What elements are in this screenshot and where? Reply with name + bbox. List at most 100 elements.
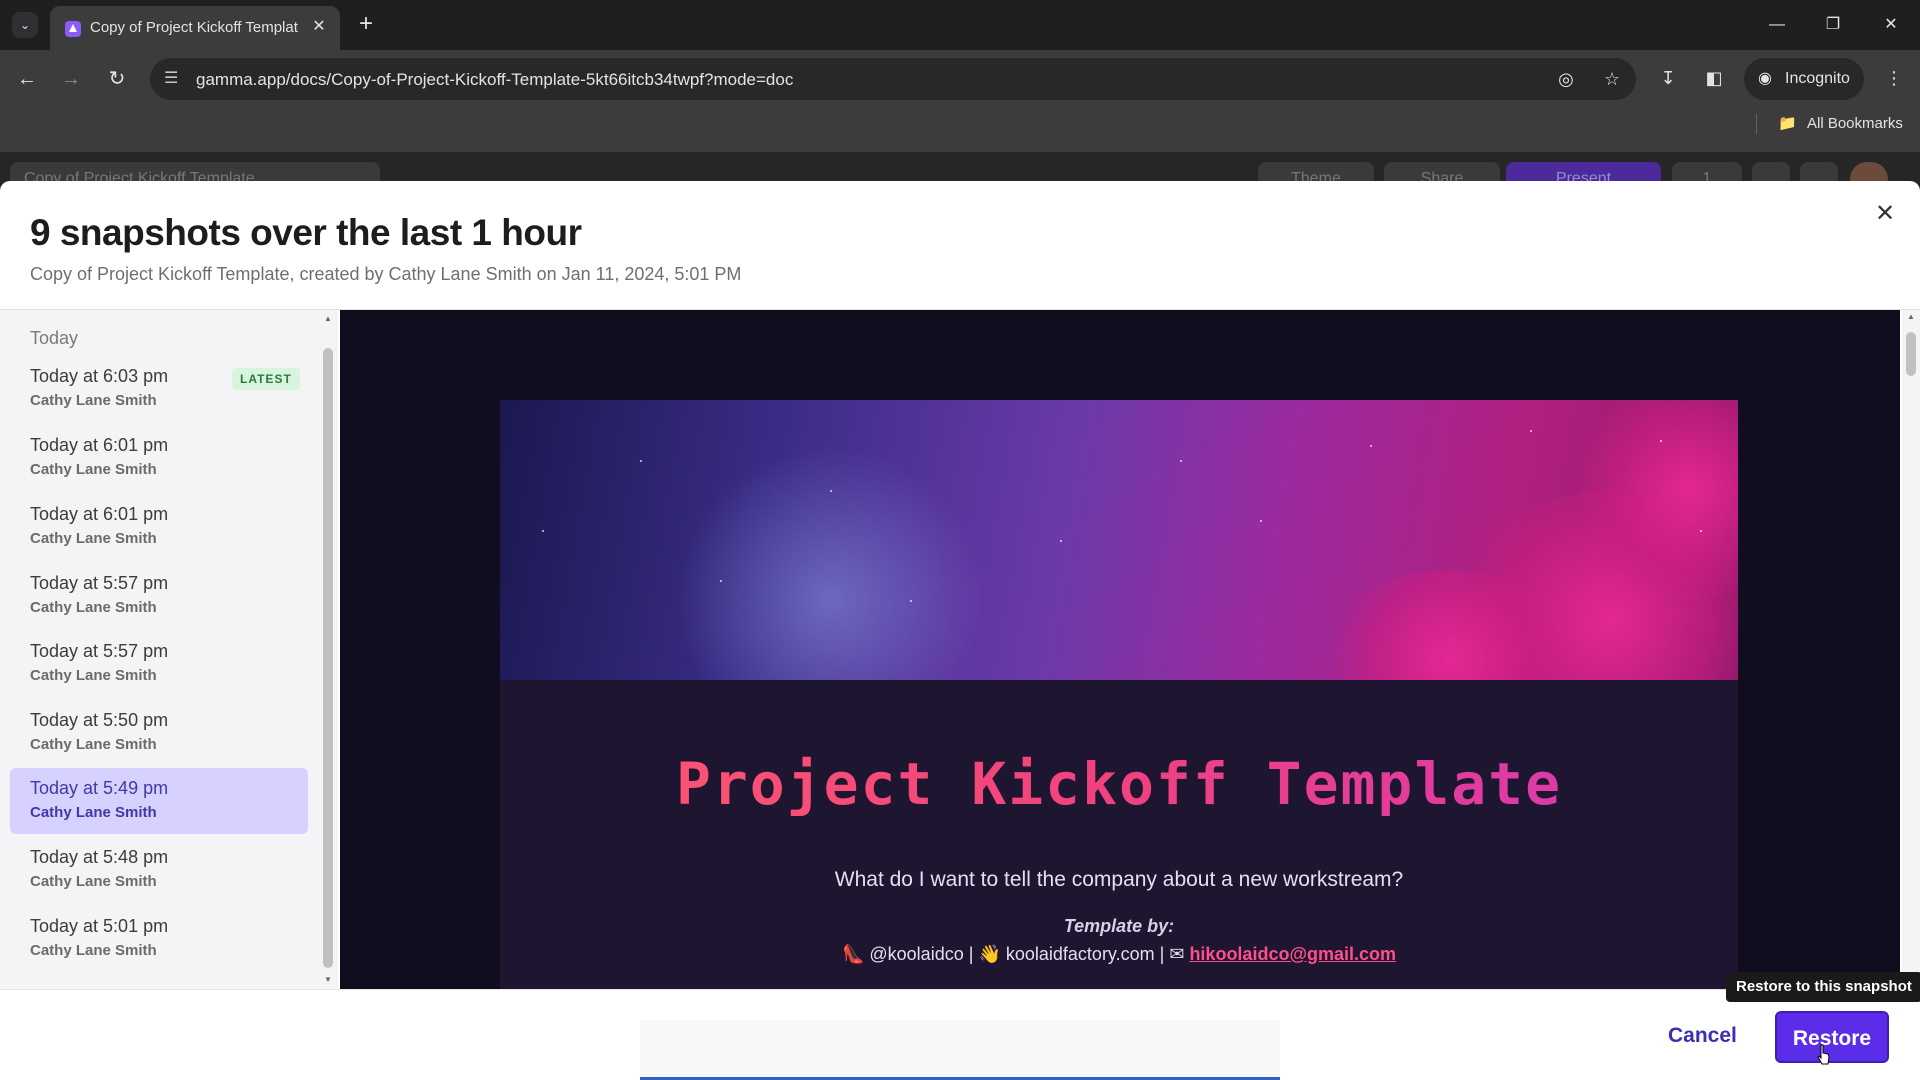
email-link[interactable]: hikoolaidco@gmail.com bbox=[1189, 944, 1396, 964]
snapshot-author: Cathy Lane Smith bbox=[30, 599, 157, 616]
back-icon[interactable]: ← bbox=[12, 64, 42, 94]
browser-tab-active[interactable]: Copy of Project Kickoff Templat ✕ bbox=[50, 6, 340, 50]
snapshot-item[interactable]: Today at 5:48 pm Cathy Lane Smith bbox=[10, 837, 308, 903]
all-bookmarks-label: All Bookmarks bbox=[1807, 115, 1903, 132]
incognito-icon: ◉ bbox=[1758, 70, 1772, 87]
incognito-label: Incognito bbox=[1785, 70, 1850, 87]
restore-tooltip: Restore to this snapshot bbox=[1726, 972, 1920, 1002]
download-icon[interactable]: ↧ bbox=[1654, 64, 1682, 92]
snapshot-list-scrollbar[interactable]: ▲ ▼ bbox=[320, 312, 336, 987]
tab-close-icon[interactable]: ✕ bbox=[308, 16, 330, 38]
snapshot-time: Today at 6:03 pm bbox=[30, 366, 169, 386]
background-doc-peek bbox=[640, 1020, 1280, 1080]
close-icon[interactable]: ✕ bbox=[1870, 199, 1900, 229]
browser-menu-icon[interactable]: ⋮ bbox=[1880, 64, 1908, 92]
new-tab-icon[interactable]: + bbox=[352, 10, 380, 38]
minimize-icon[interactable]: — bbox=[1762, 10, 1792, 40]
snapshot-author: Cathy Lane Smith bbox=[30, 942, 157, 959]
tab-title: Copy of Project Kickoff Templat bbox=[90, 19, 298, 36]
hero-star bbox=[640, 460, 642, 462]
preview-contact-line: 👠 @koolaidco | 👋 koolaidfactory.com | ✉ … bbox=[500, 944, 1738, 965]
snapshot-author: Cathy Lane Smith bbox=[30, 392, 157, 409]
preview-title: Project Kickoff Template bbox=[500, 750, 1738, 818]
snapshot-time: Today at 6:01 pm bbox=[30, 504, 169, 524]
snapshot-author: Cathy Lane Smith bbox=[30, 530, 157, 547]
url-text[interactable]: gamma.app/docs/Copy-of-Project-Kickoff-T… bbox=[196, 70, 793, 90]
scrollbar-thumb[interactable] bbox=[1906, 332, 1916, 376]
incognito-indicator[interactable]: ◉ Incognito bbox=[1744, 58, 1864, 100]
snapshot-item-selected[interactable]: Today at 5:49 pm Cathy Lane Smith bbox=[10, 768, 308, 834]
snapshot-preview: Project Kickoff Template What do I want … bbox=[340, 310, 1900, 989]
site-info-icon[interactable]: ☰ bbox=[164, 68, 178, 88]
handle-text: @koolaidco bbox=[869, 944, 964, 964]
hero-star bbox=[1180, 460, 1182, 462]
snapshot-author: Cathy Lane Smith bbox=[30, 873, 157, 890]
hero-star bbox=[1660, 440, 1662, 442]
snapshot-time: Today at 5:57 pm bbox=[30, 641, 169, 661]
modal-subtitle: Copy of Project Kickoff Template, create… bbox=[30, 264, 742, 284]
preview-question: What do I want to tell the company about… bbox=[834, 868, 1404, 891]
separator: | bbox=[1159, 944, 1165, 964]
site-text: koolaidfactory.com bbox=[1005, 944, 1155, 964]
envelope-icon: ✉ bbox=[1169, 944, 1185, 964]
bookmark-star-icon[interactable]: ☆ bbox=[1600, 67, 1624, 91]
scroll-up-icon[interactable]: ▲ bbox=[323, 314, 333, 323]
snapshot-history-modal: 9 snapshots over the last 1 hour Copy of… bbox=[0, 181, 1920, 1080]
hero-star bbox=[1060, 540, 1062, 542]
close-window-icon[interactable]: ✕ bbox=[1876, 10, 1906, 40]
waving-hand-icon: 👋 bbox=[978, 944, 1001, 964]
eye-off-icon[interactable]: ◎ bbox=[1554, 67, 1578, 91]
snapshot-item[interactable]: Today at 6:01 pm Cathy Lane Smith bbox=[10, 425, 308, 491]
gamma-favicon-icon bbox=[65, 21, 81, 37]
snapshot-list: Today Today at 6:03 pm Cathy Lane Smith … bbox=[0, 310, 338, 989]
preview-card: Project Kickoff Template What do I want … bbox=[500, 400, 1738, 989]
modal-footer: Cancel Restore bbox=[0, 989, 1920, 1080]
mouse-cursor-icon bbox=[1817, 1044, 1830, 1065]
snapshot-time: Today at 6:01 pm bbox=[30, 435, 169, 455]
bookmarks-separator bbox=[1756, 114, 1757, 134]
snapshot-item[interactable]: Today at 5:01 pm Cathy Lane Smith bbox=[10, 906, 308, 972]
hero-star bbox=[830, 490, 832, 492]
hero-star bbox=[542, 530, 544, 532]
restore-window-icon[interactable]: ❐ bbox=[1818, 10, 1848, 40]
side-panel-icon[interactable]: ◧ bbox=[1700, 64, 1728, 92]
snapshot-time: Today at 5:01 pm bbox=[30, 916, 169, 936]
scroll-up-icon[interactable]: ▲ bbox=[1906, 312, 1916, 321]
snapshot-author: Cathy Lane Smith bbox=[30, 736, 157, 753]
scroll-down-icon[interactable]: ▼ bbox=[323, 975, 333, 984]
shoe-icon: 👠 bbox=[841, 944, 865, 964]
address-bar[interactable]: ☰ gamma.app/docs/Copy-of-Project-Kickoff… bbox=[150, 58, 1636, 100]
snapshot-item[interactable]: Today at 5:57 pm Cathy Lane Smith bbox=[10, 563, 308, 629]
restore-button[interactable]: Restore bbox=[1775, 1011, 1889, 1063]
tab-search-chevron-icon[interactable]: ⌄ bbox=[12, 12, 38, 38]
browser-tab-strip: ⌄ Copy of Project Kickoff Templat ✕ + — … bbox=[0, 0, 1920, 50]
snapshot-item[interactable]: Today at 5:57 pm Cathy Lane Smith bbox=[10, 631, 308, 697]
browser-toolbar: ← → ↻ ☰ gamma.app/docs/Copy-of-Project-K… bbox=[0, 50, 1920, 158]
modal-title: 9 snapshots over the last 1 hour bbox=[30, 212, 582, 253]
hero-star bbox=[1700, 530, 1702, 532]
cancel-button[interactable]: Cancel bbox=[1652, 1011, 1753, 1061]
snapshot-item[interactable]: Today at 5:50 pm Cathy Lane Smith bbox=[10, 700, 308, 766]
preview-scrollbar[interactable]: ▲ bbox=[1902, 310, 1920, 989]
latest-badge: LATEST bbox=[232, 368, 300, 390]
snapshot-time: Today at 5:50 pm bbox=[30, 710, 169, 730]
scrollbar-thumb[interactable] bbox=[323, 348, 333, 968]
snapshot-author: Cathy Lane Smith bbox=[30, 667, 157, 684]
hero-star bbox=[720, 580, 722, 582]
hero-glow bbox=[680, 440, 980, 680]
preview-template-by: Template by: bbox=[1063, 916, 1175, 936]
snapshot-author: Cathy Lane Smith bbox=[30, 461, 157, 478]
hero-star bbox=[1530, 430, 1532, 432]
snapshot-author: Cathy Lane Smith bbox=[30, 804, 157, 821]
snapshot-item[interactable]: Today at 6:01 pm Cathy Lane Smith bbox=[10, 494, 308, 560]
snapshot-time: Today at 5:48 pm bbox=[30, 847, 169, 867]
snapshot-item[interactable]: Today at 6:03 pm Cathy Lane Smith LATEST bbox=[10, 356, 308, 422]
hero-star bbox=[910, 600, 912, 602]
folder-icon: 📁 bbox=[1778, 115, 1797, 132]
separator: | bbox=[968, 944, 974, 964]
hero-star bbox=[1370, 445, 1372, 447]
hero-image bbox=[500, 400, 1738, 680]
forward-icon[interactable]: → bbox=[56, 64, 86, 94]
reload-icon[interactable]: ↻ bbox=[102, 64, 132, 94]
snapshot-group-header: Today bbox=[30, 328, 79, 348]
